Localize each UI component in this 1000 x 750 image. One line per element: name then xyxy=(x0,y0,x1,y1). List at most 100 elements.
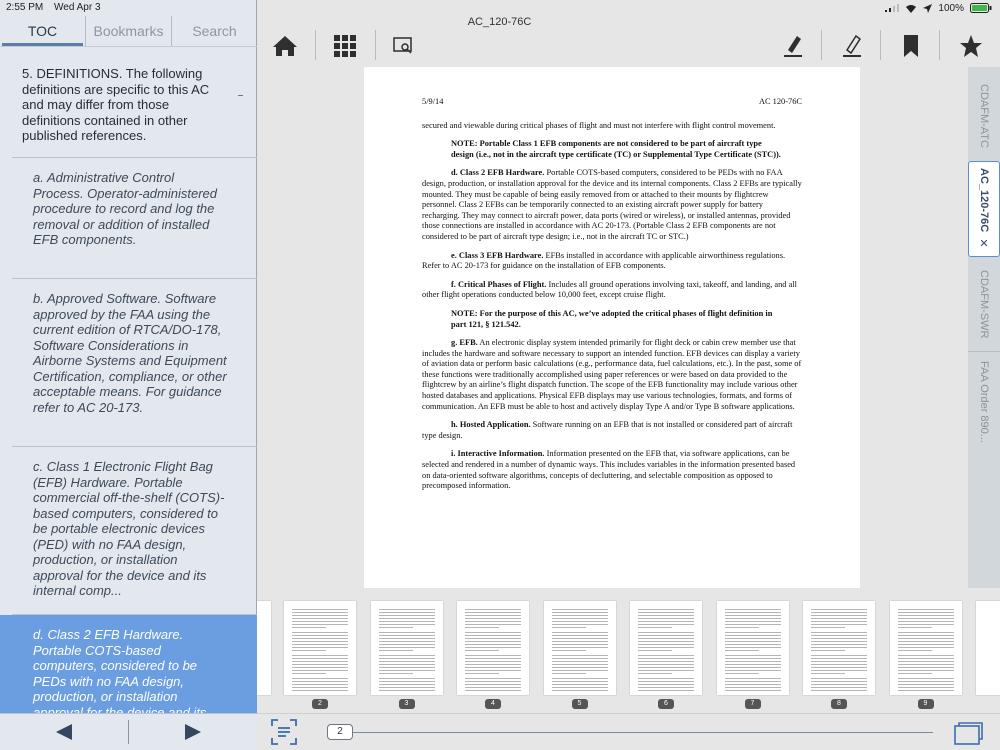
location-icon xyxy=(923,3,933,13)
search-page-icon xyxy=(393,37,412,54)
paragraph-e: e. Class 3 EFB Hardware. EFBs installed … xyxy=(422,251,802,272)
favorite-button[interactable] xyxy=(957,32,985,60)
search-document-button[interactable] xyxy=(390,32,418,60)
tab-search[interactable]: Search xyxy=(172,16,257,46)
thumbnail-text-line xyxy=(811,624,867,625)
arrow-right-icon xyxy=(185,724,201,740)
page-thumbnail[interactable] xyxy=(284,601,356,695)
tabs-overview-button[interactable] xyxy=(954,721,984,745)
thumbnail-text-line xyxy=(724,624,781,625)
divider xyxy=(315,30,316,60)
document-title: AC_120-76C xyxy=(467,16,532,28)
thumbnail-text-line xyxy=(465,647,521,648)
thumbnail-text-line xyxy=(551,644,608,645)
thumbnail-text-line xyxy=(465,627,499,628)
thumbnail-text-line xyxy=(638,609,694,610)
page-slider-track[interactable] xyxy=(327,732,933,733)
thumbnail-text-line xyxy=(724,644,781,645)
page-thumbnail[interactable] xyxy=(370,601,443,695)
highlight-button[interactable] xyxy=(779,32,807,60)
page-view-button[interactable] xyxy=(271,719,297,745)
home-button[interactable] xyxy=(271,32,299,60)
next-button[interactable] xyxy=(129,714,257,750)
note: NOTE: Portable Class 1 EFB components ar… xyxy=(451,139,781,159)
toc-item-definitions[interactable]: 5. DEFINITIONS. The following definition… xyxy=(12,47,257,158)
paragraph-g: g. EFB. An electronic display system int… xyxy=(422,338,802,412)
collapse-icon[interactable] xyxy=(238,95,243,96)
thumbnail-text-line xyxy=(811,644,867,645)
close-tab-icon[interactable]: ✕ xyxy=(979,237,988,250)
page-slider-knob[interactable]: 2 xyxy=(327,724,353,740)
thumbnail-text-line xyxy=(292,618,348,619)
doc-tab-faa-order[interactable]: FAA Order 890... xyxy=(968,351,1000,451)
thumbnail-text-line xyxy=(292,638,348,639)
page-thumbnail[interactable] xyxy=(457,601,529,695)
paragraph-heading: g. EFB. xyxy=(451,338,478,348)
thumbnail-text-line xyxy=(292,678,348,679)
tab-toc[interactable]: TOC xyxy=(0,16,85,46)
thumbnail-text-line xyxy=(292,621,348,622)
page-thumbnail[interactable] xyxy=(257,601,271,695)
pen-button[interactable] xyxy=(838,32,866,60)
doc-tab-cdafm-atc[interactable]: CDAFM-ATC xyxy=(968,75,1000,157)
thumbnail-text-line xyxy=(811,681,867,682)
thumbnail-text-line xyxy=(292,641,348,642)
toc-item-approved-software[interactable]: b. Approved Software. Software approved … xyxy=(12,279,257,447)
toc-item-class1-efb[interactable]: c. Class 1 Electronic Flight Bag (EFB) H… xyxy=(12,447,257,615)
thumbnail-text-line xyxy=(551,687,608,688)
thumbnail-text-line xyxy=(551,664,608,665)
thumbnail-text-line xyxy=(551,650,586,651)
thumbnail-text-line xyxy=(724,621,781,622)
page-thumbnail[interactable] xyxy=(716,601,789,695)
paragraph-heading: f. Critical Phases of Flight. xyxy=(451,279,547,289)
status-time: 2:55 PM xyxy=(6,2,44,13)
thumbnail-text-line xyxy=(292,627,326,628)
thumbnail-text-line xyxy=(724,670,781,671)
thumbnail-text-line xyxy=(551,647,608,648)
page-thumbnail[interactable] xyxy=(543,601,616,695)
page-thumbnail[interactable] xyxy=(803,601,875,695)
thumbnail-text-line xyxy=(551,667,608,668)
thumbnail-text-line xyxy=(724,664,781,665)
doc-tab-ac-120-76c[interactable]: AC_120-76C ✕ xyxy=(968,161,1000,257)
toc-item-class2-efb[interactable]: d. Class 2 EFB Hardware. Portable COTS-b… xyxy=(0,615,257,713)
page-thumbnail[interactable] xyxy=(976,601,1000,695)
thumbnail-strip: 2 3 4 5 6 7 8 9 xyxy=(257,595,1000,713)
doc-tab-cdafm-swr[interactable]: CDAFM-SWR xyxy=(968,263,1000,345)
thumbnail-text-line xyxy=(465,618,521,619)
divider xyxy=(939,30,940,60)
thumbnail-text-line xyxy=(897,624,954,625)
paragraph-body: Portable COTS-based computers, considere… xyxy=(422,168,802,241)
paragraph-heading: h. Hosted Application. xyxy=(451,420,531,430)
thumbnail-text-line xyxy=(897,609,954,610)
thumbnail-text-line xyxy=(811,641,867,642)
thumbnail-text-line xyxy=(811,638,867,639)
thumbnail-text-line xyxy=(724,650,759,651)
thumbnail-text-line xyxy=(638,638,694,639)
document-tabs: CDAFM-ATC AC_120-76C ✕ CDAFM-SWR FAA Ord… xyxy=(968,67,1000,588)
divider xyxy=(880,30,881,60)
thumbnail-text-line xyxy=(292,667,348,668)
thumbnail-text-line xyxy=(378,644,435,645)
thumbnail-text-line xyxy=(551,670,608,671)
thumbnail-text-line xyxy=(897,690,954,691)
thumbnail-text-line xyxy=(724,661,781,662)
thumbnail-text-line xyxy=(724,658,781,659)
thumbnail-text-line xyxy=(292,644,348,645)
bookmark-button[interactable] xyxy=(897,32,925,60)
thumbnail-text-line xyxy=(378,621,435,622)
toc-item-administrative-control[interactable]: a. Administrative Control Process. Opera… xyxy=(12,158,257,279)
thumbnail-text-line xyxy=(638,624,694,625)
thumbnail-text-line xyxy=(638,664,694,665)
previous-button[interactable] xyxy=(0,714,128,750)
page-thumbnail[interactable] xyxy=(630,601,702,695)
grid-view-button[interactable] xyxy=(331,32,359,60)
document-page[interactable]: 5/9/14 AC 120-76C secured and viewable d… xyxy=(364,67,860,588)
tab-bookmarks[interactable]: Bookmarks xyxy=(86,16,171,46)
thumbnail-text-line xyxy=(292,670,348,671)
thumbnail-text-line xyxy=(378,612,435,613)
thumbnail-text-line xyxy=(811,673,845,674)
page-thumbnail[interactable] xyxy=(889,601,962,695)
thumbnail-text-line xyxy=(638,658,694,659)
home-icon xyxy=(273,36,297,56)
